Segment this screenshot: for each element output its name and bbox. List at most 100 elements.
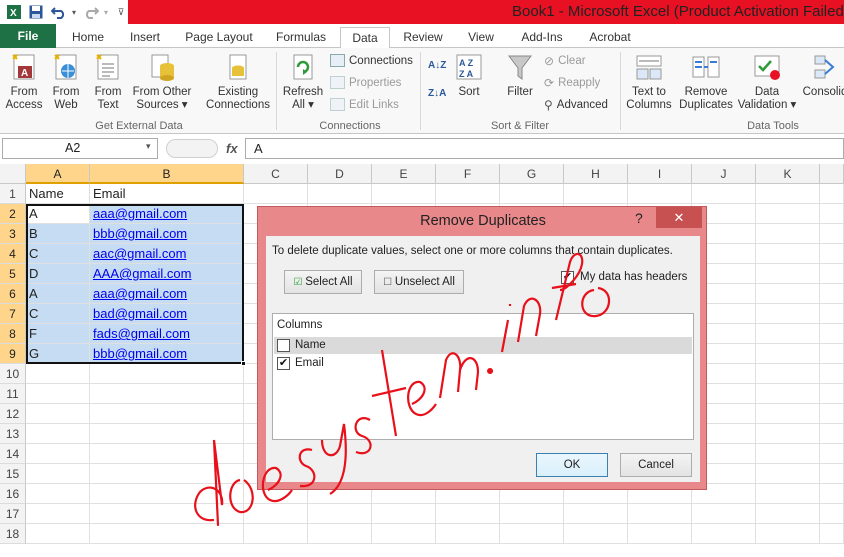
- cell[interactable]: [90, 404, 244, 424]
- cell[interactable]: [500, 524, 564, 544]
- cell[interactable]: fads@gmail.com: [90, 324, 244, 344]
- cell[interactable]: G: [26, 344, 90, 364]
- cell[interactable]: [756, 444, 820, 464]
- cell[interactable]: C: [26, 304, 90, 324]
- cell[interactable]: [372, 524, 436, 544]
- row-header[interactable]: 9: [0, 344, 26, 364]
- email-link[interactable]: bbb@gmail.com: [93, 346, 187, 361]
- cell[interactable]: [372, 504, 436, 524]
- cell[interactable]: [692, 524, 756, 544]
- name-box[interactable]: A2: [2, 138, 158, 159]
- cell[interactable]: A: [26, 204, 90, 224]
- cell[interactable]: [26, 504, 90, 524]
- cell[interactable]: [756, 404, 820, 424]
- tab-insert[interactable]: Insert: [120, 27, 170, 48]
- reapply-button[interactable]: ⟳ Reapply: [544, 76, 600, 90]
- data-validation-button[interactable]: Data Validation ▾: [736, 52, 798, 112]
- cell[interactable]: [820, 324, 844, 344]
- row-header[interactable]: 16: [0, 484, 26, 504]
- cell[interactable]: A: [26, 284, 90, 304]
- cell[interactable]: [756, 284, 820, 304]
- cell[interactable]: [756, 264, 820, 284]
- email-link[interactable]: fads@gmail.com: [93, 326, 190, 341]
- undo-icon[interactable]: [50, 3, 68, 21]
- cell[interactable]: [564, 184, 628, 204]
- advanced-button[interactable]: ⚲ Advanced: [544, 98, 608, 112]
- row-header[interactable]: 7: [0, 304, 26, 324]
- column-header[interactable]: E: [372, 164, 436, 184]
- cell[interactable]: [436, 184, 500, 204]
- column-header[interactable]: K: [756, 164, 820, 184]
- email-link[interactable]: bbb@gmail.com: [93, 226, 187, 241]
- existing-connections-button[interactable]: Existing Connections: [202, 52, 274, 112]
- cell[interactable]: [90, 364, 244, 384]
- undo-dropdown-icon[interactable]: ▾: [70, 3, 78, 21]
- customize-icon[interactable]: ⊽: [116, 3, 126, 21]
- cell[interactable]: [820, 484, 844, 504]
- cell[interactable]: [820, 464, 844, 484]
- cell[interactable]: [756, 224, 820, 244]
- consolidate-button[interactable]: Consolid: [802, 52, 844, 99]
- cell[interactable]: [436, 524, 500, 544]
- row-header[interactable]: 1: [0, 184, 26, 204]
- cell[interactable]: [756, 304, 820, 324]
- fill-handle[interactable]: [241, 361, 246, 366]
- row-header[interactable]: 5: [0, 264, 26, 284]
- column-header[interactable]: H: [564, 164, 628, 184]
- save-icon[interactable]: [28, 3, 44, 21]
- cell[interactable]: D: [26, 264, 90, 284]
- cell[interactable]: [90, 384, 244, 404]
- cell[interactable]: [820, 224, 844, 244]
- help-icon[interactable]: ?: [635, 210, 643, 226]
- cell[interactable]: [26, 424, 90, 444]
- cell[interactable]: [756, 244, 820, 264]
- excel-app-icon[interactable]: X: [6, 3, 22, 21]
- cell[interactable]: Name: [26, 184, 90, 204]
- email-link[interactable]: aaa@gmail.com: [93, 206, 187, 221]
- cell[interactable]: [756, 364, 820, 384]
- redo-icon[interactable]: [82, 3, 100, 21]
- cell[interactable]: [756, 384, 820, 404]
- unselect-all-button[interactable]: ☐ Unselect All: [374, 270, 464, 294]
- cell[interactable]: [244, 184, 308, 204]
- cell[interactable]: [90, 464, 244, 484]
- cell[interactable]: [244, 504, 308, 524]
- cell[interactable]: [628, 504, 692, 524]
- cell[interactable]: [820, 264, 844, 284]
- from-other-sources-button[interactable]: From Other Sources ▾: [130, 52, 194, 112]
- cell[interactable]: [820, 424, 844, 444]
- cell[interactable]: F: [26, 324, 90, 344]
- cell[interactable]: bbb@gmail.com: [90, 344, 244, 364]
- email-link[interactable]: AAA@gmail.com: [93, 266, 191, 281]
- cell[interactable]: [820, 204, 844, 224]
- cell[interactable]: [436, 504, 500, 524]
- cell[interactable]: [500, 504, 564, 524]
- tab-view[interactable]: View: [458, 27, 504, 48]
- cell[interactable]: [692, 184, 756, 204]
- cell[interactable]: [820, 404, 844, 424]
- cell[interactable]: [756, 424, 820, 444]
- row-header[interactable]: 8: [0, 324, 26, 344]
- cell[interactable]: [628, 184, 692, 204]
- cell[interactable]: [692, 504, 756, 524]
- cell[interactable]: [756, 344, 820, 364]
- cell[interactable]: bad@gmail.com: [90, 304, 244, 324]
- cell[interactable]: [820, 284, 844, 304]
- tab-formulas[interactable]: Formulas: [268, 27, 334, 48]
- cell[interactable]: [628, 524, 692, 544]
- column-header[interactable]: J: [692, 164, 756, 184]
- formula-input[interactable]: A: [245, 138, 844, 159]
- cell[interactable]: [756, 204, 820, 224]
- refresh-all-button[interactable]: Refresh All ▾: [280, 52, 326, 112]
- cell[interactable]: AAA@gmail.com: [90, 264, 244, 284]
- column-header[interactable]: B: [90, 164, 244, 184]
- row-header[interactable]: 12: [0, 404, 26, 424]
- column-header[interactable]: A: [26, 164, 90, 184]
- sort-a-z-button[interactable]: A↓Z: [428, 60, 446, 71]
- cell[interactable]: [756, 484, 820, 504]
- cell[interactable]: [820, 364, 844, 384]
- column-header[interactable]: D: [308, 164, 372, 184]
- cell[interactable]: [26, 444, 90, 464]
- column-header[interactable]: F: [436, 164, 500, 184]
- cell[interactable]: [564, 524, 628, 544]
